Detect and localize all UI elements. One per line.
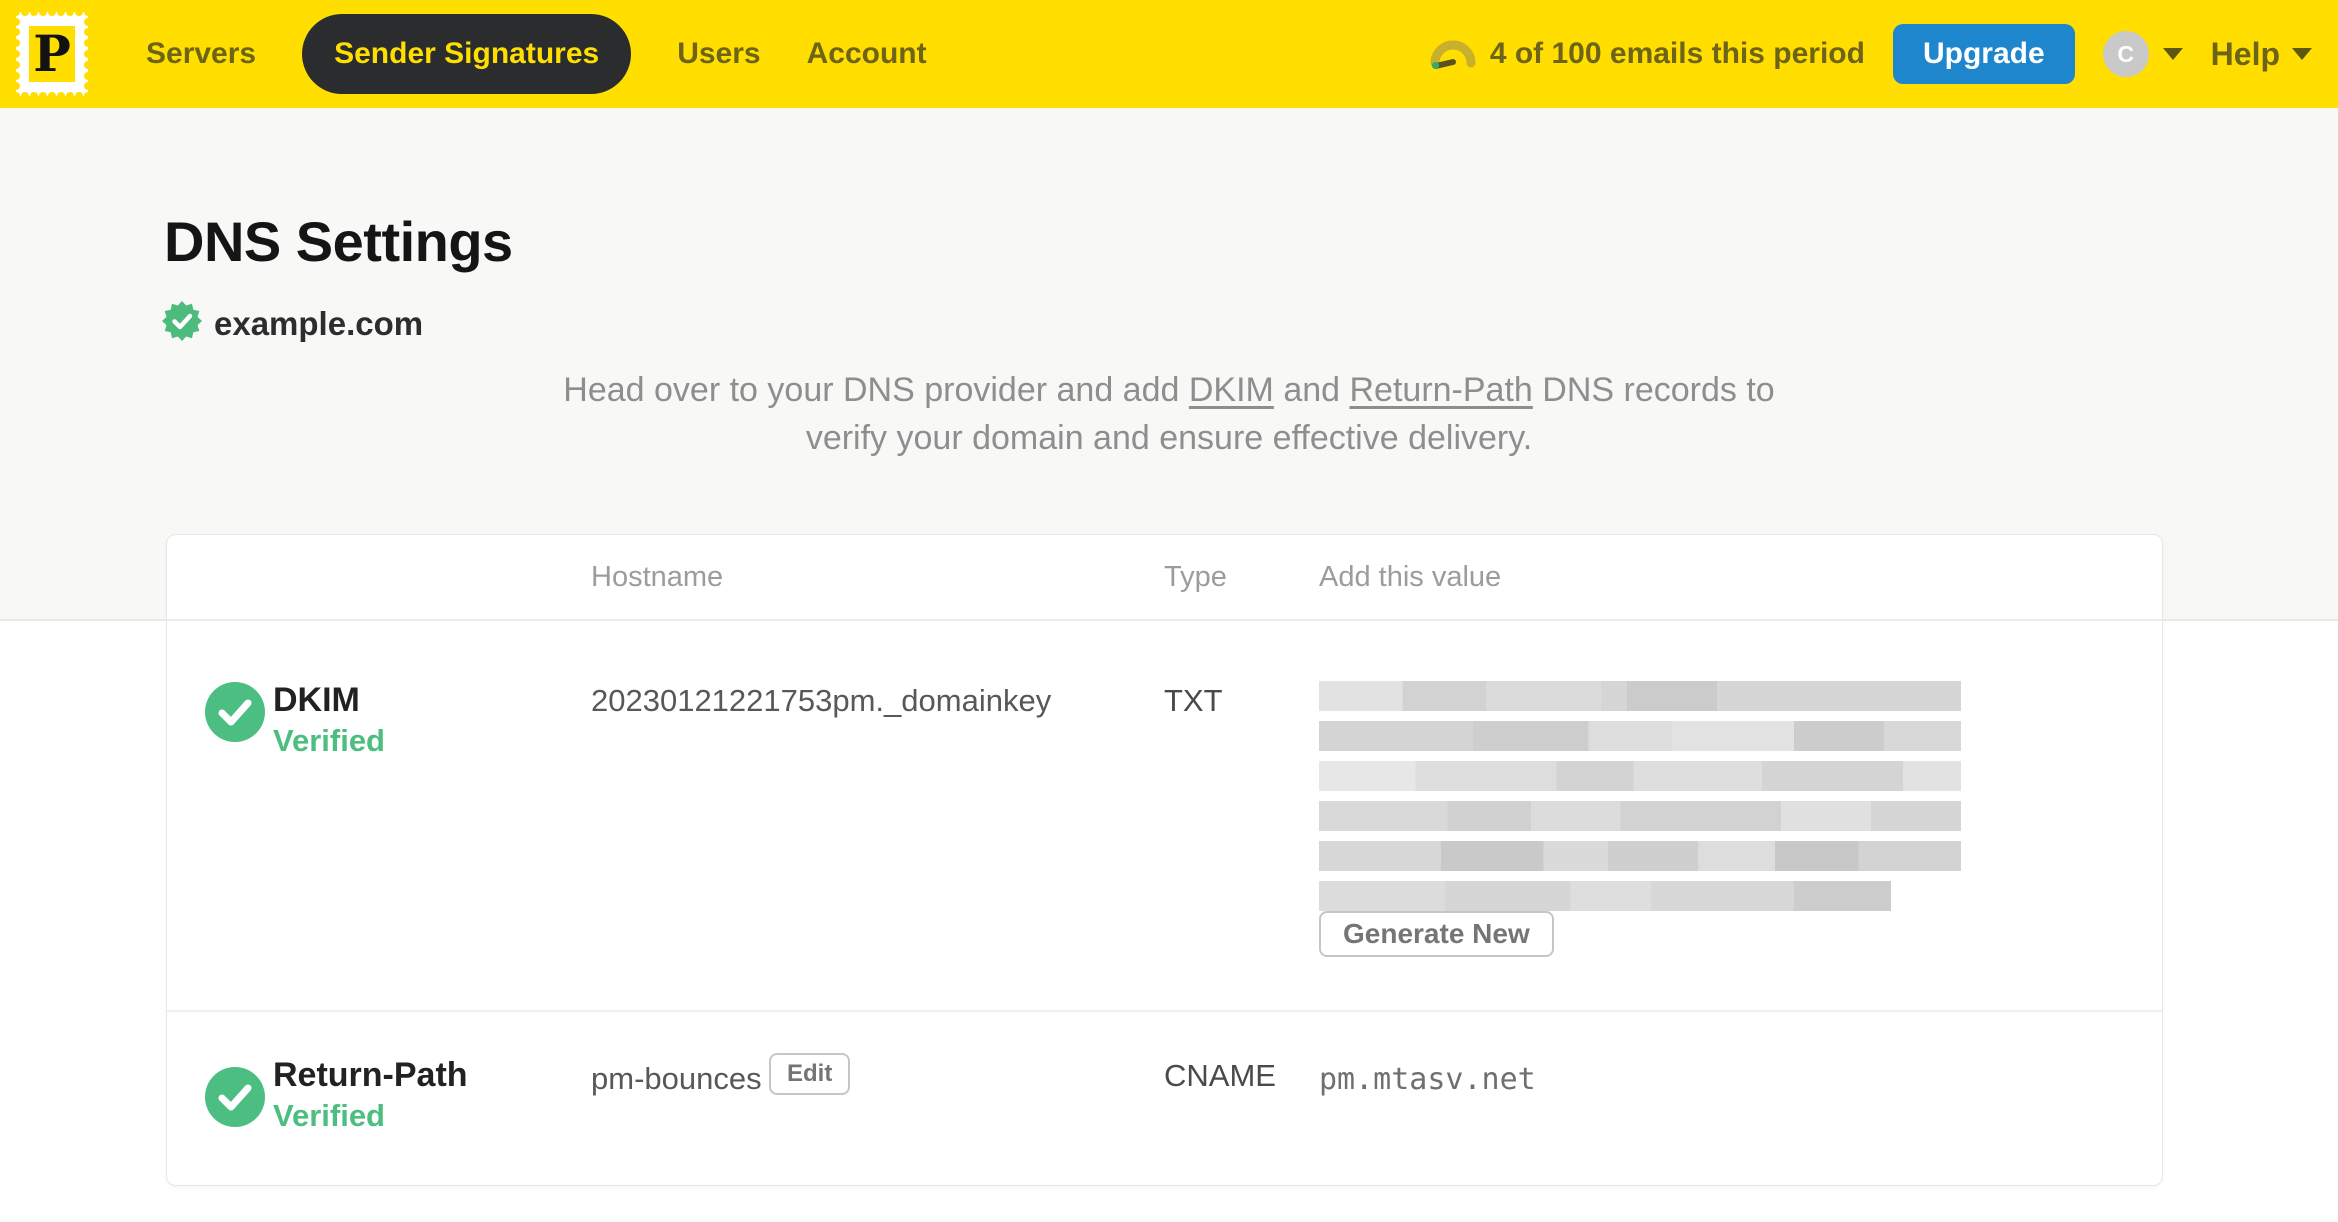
nav-item-servers[interactable]: Servers xyxy=(146,37,256,71)
record-hostname: 20230121221753pm._domainkey xyxy=(591,683,1052,718)
gauge-icon xyxy=(1430,33,1476,76)
intro-text: Head over to your DNS provider and add D… xyxy=(519,366,1819,462)
dkim-link[interactable]: DKIM xyxy=(1189,371,1274,409)
table-header: Hostname Type Add this value xyxy=(167,535,2162,621)
row-divider xyxy=(167,1010,2162,1012)
intro-middle: and xyxy=(1273,371,1350,409)
record-value: pm.mtasv.net xyxy=(1319,1062,1536,1097)
postmark-logo[interactable]: P xyxy=(12,8,92,100)
domain-name: example.com xyxy=(214,304,424,342)
redacted-value-line xyxy=(1319,761,1961,791)
help-menu[interactable]: Help xyxy=(2211,36,2312,73)
return-path-link[interactable]: Return-Path xyxy=(1350,371,1533,409)
dns-records-card: Hostname Type Add this value DKIM Verifi… xyxy=(166,534,2163,1186)
verified-domain: example.com xyxy=(162,301,423,346)
column-header-hostname: Hostname xyxy=(591,560,724,593)
redacted-value-line xyxy=(1319,881,1891,911)
verified-check-icon xyxy=(205,682,265,742)
chevron-down-icon xyxy=(2292,48,2312,60)
help-label: Help xyxy=(2210,35,2280,72)
record-status: Verified xyxy=(273,1098,385,1133)
redacted-value-line xyxy=(1319,721,1961,751)
redacted-value-line xyxy=(1319,841,1961,871)
record-type: TXT xyxy=(1164,683,1223,718)
record-status: Verified xyxy=(273,723,385,758)
chevron-down-icon xyxy=(2162,48,2183,60)
record-name: Return-Path xyxy=(273,1056,468,1094)
record-type: CNAME xyxy=(1164,1058,1276,1093)
top-navigation: P Servers Sender Signatures Users Accoun… xyxy=(0,0,2338,108)
verified-check-icon xyxy=(205,1067,265,1127)
svg-text:P: P xyxy=(33,24,71,83)
nav-right-group: 4 of 100 emails this period Upgrade C He… xyxy=(1430,24,2312,84)
nav-item-users[interactable]: Users xyxy=(677,37,760,71)
column-header-value: Add this value xyxy=(1319,560,1502,593)
verified-seal-icon xyxy=(162,301,202,346)
redacted-value-line xyxy=(1319,681,1961,711)
intro-before: Head over to your DNS provider and add xyxy=(563,371,1189,409)
avatar[interactable]: C xyxy=(2102,31,2149,77)
redacted-dkim-value xyxy=(1319,681,1961,921)
primary-nav: Servers Sender Signatures Users Account xyxy=(146,14,927,94)
record-name: DKIM xyxy=(273,681,360,719)
record-hostname: pm-bounces xyxy=(591,1061,762,1096)
usage-text: 4 of 100 emails this period xyxy=(1489,37,1865,70)
generate-new-button[interactable]: Generate New xyxy=(1319,911,1554,957)
nav-item-account[interactable]: Account xyxy=(807,37,927,71)
redacted-value-line xyxy=(1319,801,1961,831)
usage-meter: 4 of 100 emails this period xyxy=(1430,33,1865,76)
page-title: DNS Settings xyxy=(164,210,513,273)
account-menu[interactable]: C xyxy=(2102,31,2183,77)
upgrade-button[interactable]: Upgrade xyxy=(1892,24,2075,84)
column-header-type: Type xyxy=(1164,560,1227,593)
nav-item-sender-signatures-active[interactable]: Sender Signatures xyxy=(302,14,632,94)
edit-hostname-button[interactable]: Edit xyxy=(769,1053,851,1095)
